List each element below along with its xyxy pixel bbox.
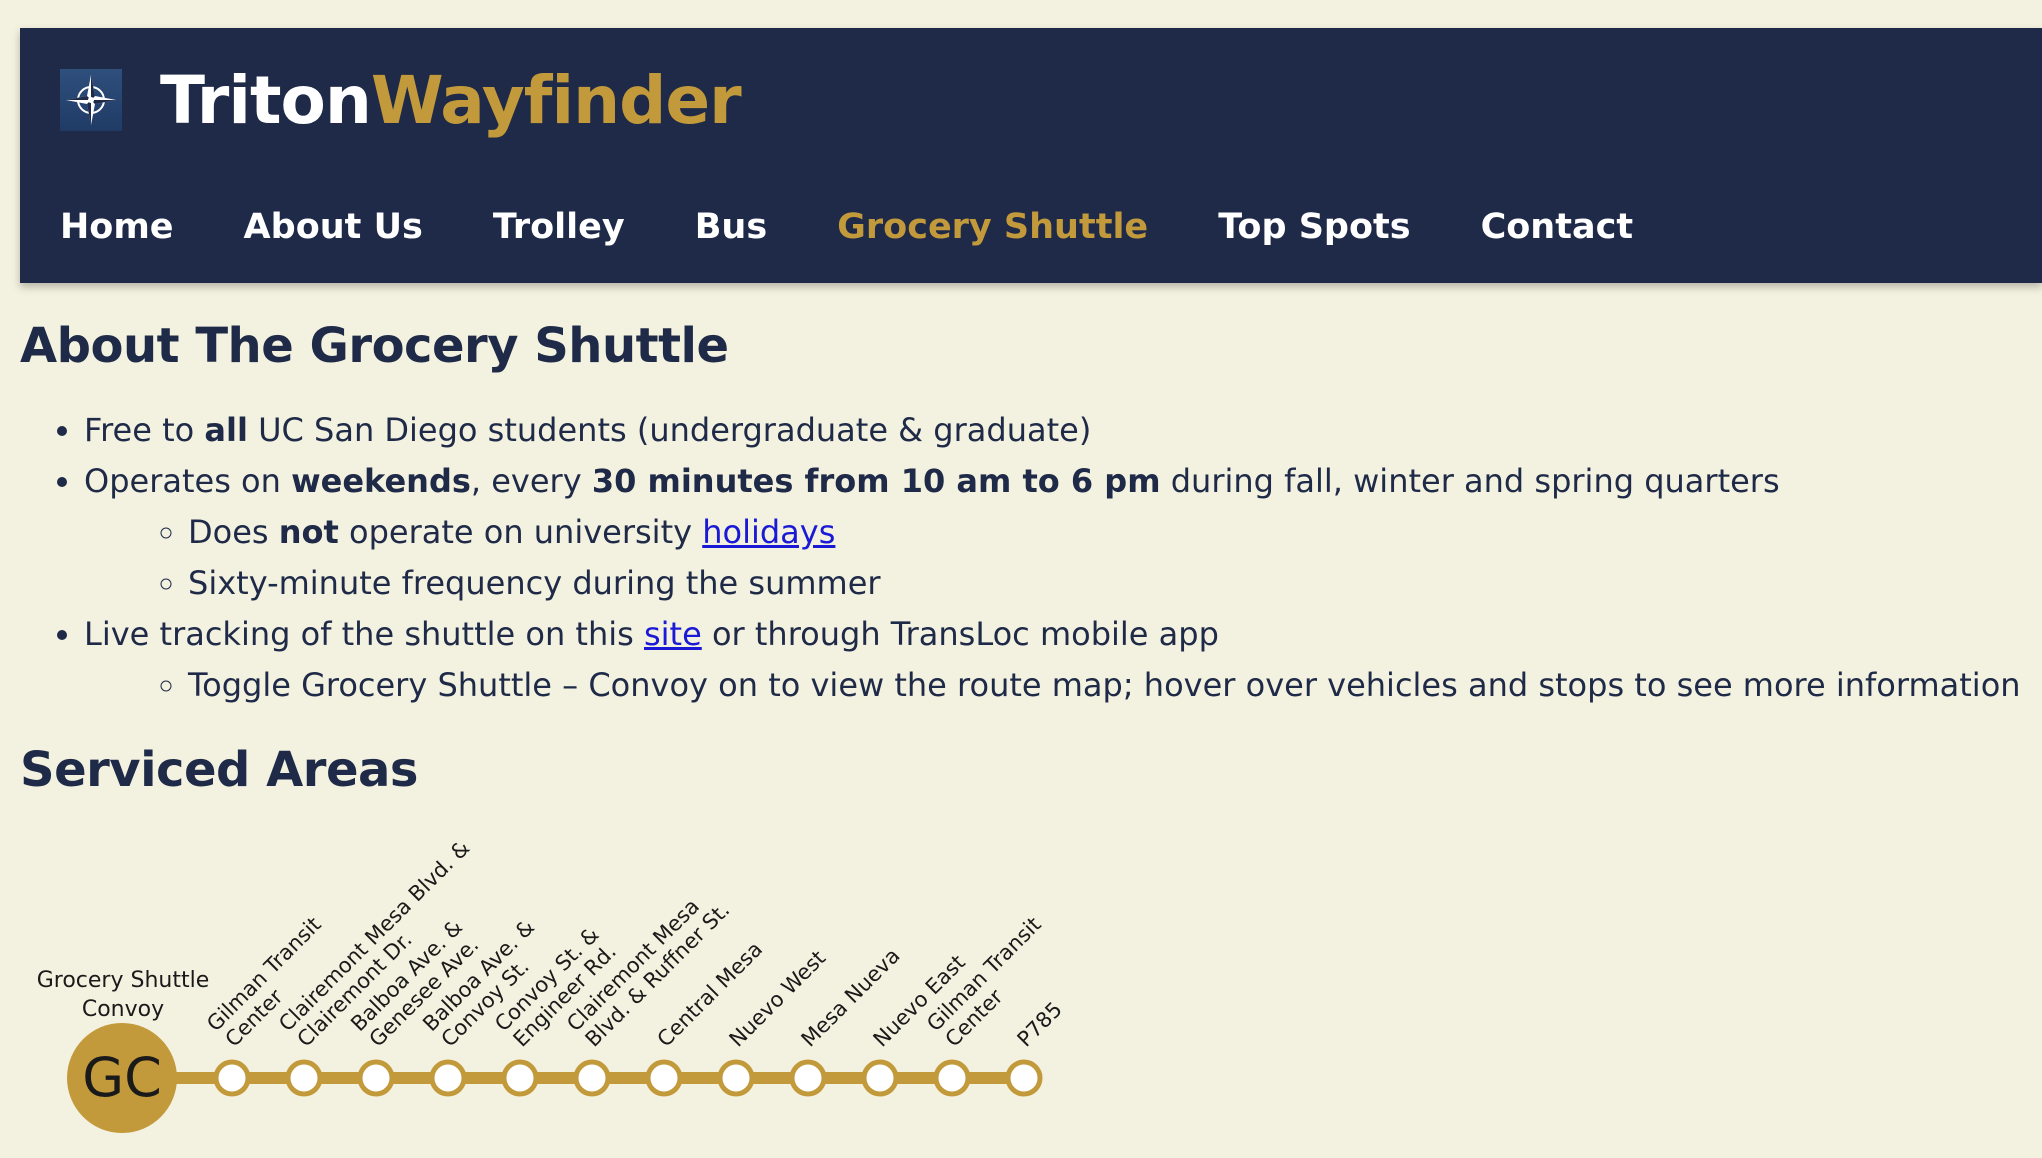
text: Live tracking of the shuttle on this (84, 615, 644, 653)
compass-icon[interactable] (60, 69, 122, 131)
nav-home[interactable]: Home (60, 202, 174, 252)
about-heading: About The Grocery Shuttle (20, 318, 729, 374)
route-name-line2: Convoy (82, 997, 164, 1022)
route-stop[interactable] (213, 1059, 251, 1097)
route-stop[interactable] (501, 1059, 539, 1097)
text: Free to (84, 411, 205, 449)
route-diagram: Grocery Shuttle Convoy GC Gilman Transit… (0, 840, 1100, 1158)
text: during fall, winter and spring quarters (1160, 462, 1780, 500)
nav-bus[interactable]: Bus (695, 202, 767, 252)
text: Operates on (84, 462, 292, 500)
holidays-link[interactable]: holidays (702, 513, 835, 551)
brand-part-triton: Triton (160, 62, 372, 139)
route-stops: Gilman TransitCenterClairemont Mesa Blvd… (202, 840, 1067, 1097)
about-info-list: Free to all UC San Diego students (under… (0, 405, 2042, 711)
list-item: Toggle Grocery Shuttle – Convoy on to vi… (188, 660, 2042, 711)
emphasis: not (278, 513, 339, 551)
route-stop[interactable] (717, 1059, 755, 1097)
text: UC San Diego students (undergraduate & g… (247, 411, 1092, 449)
text: operate on university (338, 513, 703, 551)
emphasis: 30 minutes from 10 am to 6 pm (591, 462, 1161, 500)
serviced-areas-heading: Serviced Areas (20, 742, 418, 798)
route-stop[interactable] (573, 1059, 611, 1097)
site-logo-text[interactable]: TritonWayfinder (160, 60, 742, 134)
route-badge-label: GC (82, 1046, 162, 1109)
text: or through TransLoc mobile app (701, 615, 1219, 653)
list-item: Live tracking of the shuttle on this sit… (84, 609, 2042, 711)
route-stop[interactable] (861, 1059, 899, 1097)
list-item: Free to all UC San Diego students (under… (84, 405, 2042, 456)
route-stop[interactable] (1005, 1059, 1043, 1097)
route-stop[interactable] (429, 1059, 467, 1097)
nav-grocery-shuttle[interactable]: Grocery Shuttle (837, 202, 1148, 252)
emphasis: all (204, 411, 248, 449)
route-stop[interactable] (285, 1059, 323, 1097)
route-stop[interactable] (789, 1059, 827, 1097)
route-stop[interactable] (933, 1059, 971, 1097)
nav-top-spots[interactable]: Top Spots (1218, 202, 1410, 252)
nav-trolley[interactable]: Trolley (493, 202, 625, 252)
list-item: Does not operate on university holidays (188, 507, 2042, 558)
brand-part-wayfinder: Wayfinder (370, 62, 742, 139)
route-stop-label: P785 (1013, 997, 1067, 1051)
site-link[interactable]: site (644, 615, 702, 653)
route-map-svg: Grocery Shuttle Convoy GC Gilman Transit… (37, 840, 1067, 1133)
list-item: Sixty-minute frequency during the summer (188, 558, 2042, 609)
nav-contact[interactable]: Contact (1481, 202, 1633, 252)
nav-about-us[interactable]: About Us (244, 202, 423, 252)
main-nav: Home About Us Trolley Bus Grocery Shuttl… (60, 202, 1703, 252)
text: Does (188, 513, 279, 551)
site-header: TritonWayfinder Home About Us Trolley Bu… (20, 28, 2042, 283)
route-stop[interactable] (357, 1059, 395, 1097)
route-stop[interactable] (645, 1059, 683, 1097)
emphasis: weekends (291, 462, 471, 500)
route-name-line1: Grocery Shuttle (37, 968, 210, 993)
text: , every (470, 462, 592, 500)
list-item: Operates on weekends, every 30 minutes f… (84, 456, 2042, 609)
